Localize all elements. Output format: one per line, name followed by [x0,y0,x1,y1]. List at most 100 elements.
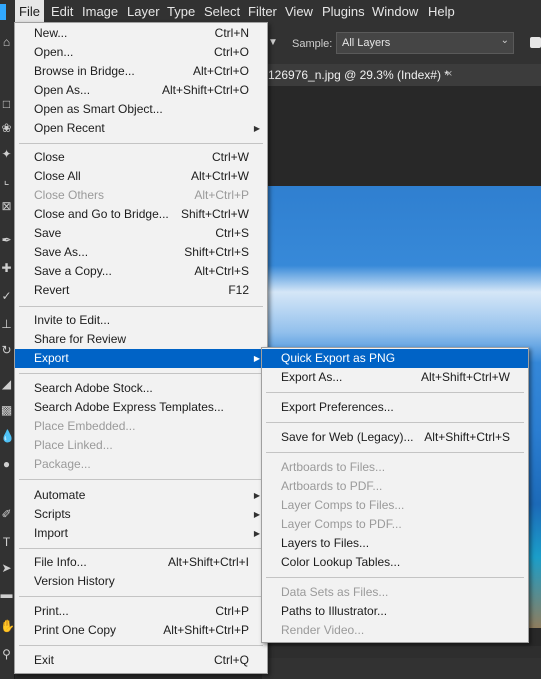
menu-item-artboards-to-files: Artboards to Files... [262,458,528,477]
menu-item-close-and-go-to-bridge[interactable]: Close and Go to Bridge... Shift+Ctrl+W [15,205,267,224]
menu-item-save-for-web-legacy[interactable]: Save for Web (Legacy)... Alt+Shift+Ctrl+S [262,428,528,447]
magic-wand-icon[interactable]: ✦ [0,146,13,162]
frame-icon[interactable]: ⊠ [0,198,13,214]
sample-select[interactable]: All Layers ⌄ [336,32,514,54]
eraser-icon[interactable]: ◢ [0,376,13,392]
export-submenu: Quick Export as PNG Export As... Alt+Shif… [261,347,529,643]
shape-icon[interactable]: ▬ [0,586,13,602]
menu-item-label: Close and Go to Bridge... [34,207,169,221]
sample-checkbox[interactable] [530,37,541,48]
menu-item-print-one-copy[interactable]: Print One Copy Alt+Shift+Ctrl+P [15,621,267,640]
menu-item-label: Exit [34,653,55,667]
menu-item-label: Color Lookup Tables... [281,555,401,569]
menu-item-label: Scripts [34,507,71,521]
menu-item-quick-export-png[interactable]: Quick Export as PNG [262,349,528,368]
menu-item-share-for-review[interactable]: Share for Review [15,330,267,349]
menu-item-open[interactable]: Open... Ctrl+O [15,43,267,62]
menu-item-save-a-copy[interactable]: Save a Copy... Alt+Ctrl+S [15,262,267,281]
menu-item-layers-to-files[interactable]: Layers to Files... [262,534,528,553]
menu-item-layer-comps-to-files: Layer Comps to Files... [262,496,528,515]
menu-layer[interactable]: Layer [127,0,160,24]
menu-item-automate[interactable]: Automate ▶ [15,486,267,505]
healing-brush-icon[interactable]: ✚ [0,260,13,276]
menu-item-label: Layer Comps to Files... [281,498,405,512]
menu-item-label: Import [34,526,69,540]
menu-item-label: Share for Review [34,332,127,346]
menu-item-revert[interactable]: Revert F12 [15,281,267,300]
menu-item-label: Artboards to Files... [281,460,386,474]
menu-item-shortcut: Alt+Shift+Ctrl+P [163,623,249,637]
clone-stamp-icon[interactable]: ⊥ [0,316,13,332]
menu-filter[interactable]: Filter [248,0,277,24]
menu-item-label: New... [34,26,68,40]
menu-separator [19,548,263,549]
menu-item-label: Data Sets as Files... [281,585,389,599]
menu-item-export-as[interactable]: Export As... Alt+Shift+Ctrl+W [262,368,528,387]
crop-icon[interactable]: ⌞ [0,172,13,188]
menu-item-print[interactable]: Print... Ctrl+P [15,602,267,621]
menu-item-label: Open as Smart Object... [34,102,163,116]
chevron-down-icon[interactable]: ▼ [268,32,282,54]
menu-item-scripts[interactable]: Scripts ▶ [15,505,267,524]
blur-icon[interactable]: 💧 [0,428,15,444]
horizontal-scrollbar[interactable] [262,646,541,658]
menu-item-save-as[interactable]: Save As... Shift+Ctrl+S [15,243,267,262]
menu-window[interactable]: Window [372,0,418,24]
eyedropper-icon[interactable]: ✒ [0,232,13,248]
menu-item-save[interactable]: Save Ctrl+S [15,224,267,243]
menu-item-file-info[interactable]: File Info... Alt+Shift+Ctrl+I [15,553,267,572]
dodge-icon[interactable]: ● [0,456,13,472]
menu-item-label: Export [34,351,69,365]
menu-item-new[interactable]: New... Ctrl+N [15,24,267,43]
menu-item-search-adobe-stock[interactable]: Search Adobe Stock... [15,379,267,398]
menu-view[interactable]: View [285,0,313,24]
menu-item-export-preferences[interactable]: Export Preferences... [262,398,528,417]
menu-type[interactable]: Type [167,0,195,24]
menu-select[interactable]: Select [204,0,240,24]
menu-item-close-all[interactable]: Close All Alt+Ctrl+W [15,167,267,186]
menu-item-search-adobe-express-templates[interactable]: Search Adobe Express Templates... [15,398,267,417]
brush-icon[interactable]: ✓ [0,288,13,304]
menu-separator [266,422,524,423]
menu-item-label: Render Video... [281,623,365,637]
menu-item-place-embedded: Place Embedded... [15,417,267,436]
menu-item-label: Invite to Edit... [34,313,111,327]
menu-item-open-as-smart-object[interactable]: Open as Smart Object... [15,100,267,119]
menu-file[interactable]: File [15,0,44,24]
menu-item-open-as[interactable]: Open As... Alt+Shift+Ctrl+O [15,81,267,100]
menu-item-label: Open Recent [34,121,105,135]
menu-plugins[interactable]: Plugins [322,0,365,24]
menu-item-close[interactable]: Close Ctrl+W [15,148,267,167]
document-tab[interactable]: 126976_n.jpg @ 29.3% (Index#) * [268,68,449,82]
marquee-icon[interactable]: □ [0,96,13,112]
path-select-icon[interactable]: ➤ [0,560,13,576]
home-icon[interactable]: ⌂ [0,34,13,50]
chevron-down-icon: ⌄ [500,35,509,46]
menu-item-paths-to-illustrator[interactable]: Paths to Illustrator... [262,602,528,621]
hand-icon[interactable]: ✋ [0,618,15,634]
menu-item-label: Revert [34,283,70,297]
menu-item-exit[interactable]: Exit Ctrl+Q [15,651,267,670]
zoom-icon[interactable]: ⚲ [0,646,13,662]
menu-help[interactable]: Help [428,0,455,24]
type-icon[interactable]: T [0,534,13,550]
menu-item-export[interactable]: Export ▶ [15,349,267,368]
menu-item-place-linked: Place Linked... [15,436,267,455]
menu-item-color-lookup-tables[interactable]: Color Lookup Tables... [262,553,528,572]
history-brush-icon[interactable]: ↻ [0,342,13,358]
gradient-icon[interactable]: ▩ [0,402,13,418]
pen-icon[interactable]: ✐ [0,506,13,522]
menu-item-invite-to-edit[interactable]: Invite to Edit... [15,311,267,330]
menu-item-version-history[interactable]: Version History [15,572,267,591]
menu-item-browse-in-bridge[interactable]: Browse in Bridge... Alt+Ctrl+O [15,62,267,81]
menu-item-shortcut: Ctrl+S [215,226,249,240]
menu-item-shortcut: Shift+Ctrl+S [184,245,249,259]
close-icon[interactable]: × [446,68,452,80]
menu-item-open-recent[interactable]: Open Recent ▶ [15,119,267,138]
menu-item-import[interactable]: Import ▶ [15,524,267,543]
menu-edit[interactable]: Edit [51,0,73,24]
lasso-icon[interactable]: ❀ [0,120,13,136]
menu-separator [19,143,263,144]
menu-image[interactable]: Image [82,0,118,24]
menu-separator [19,373,263,374]
